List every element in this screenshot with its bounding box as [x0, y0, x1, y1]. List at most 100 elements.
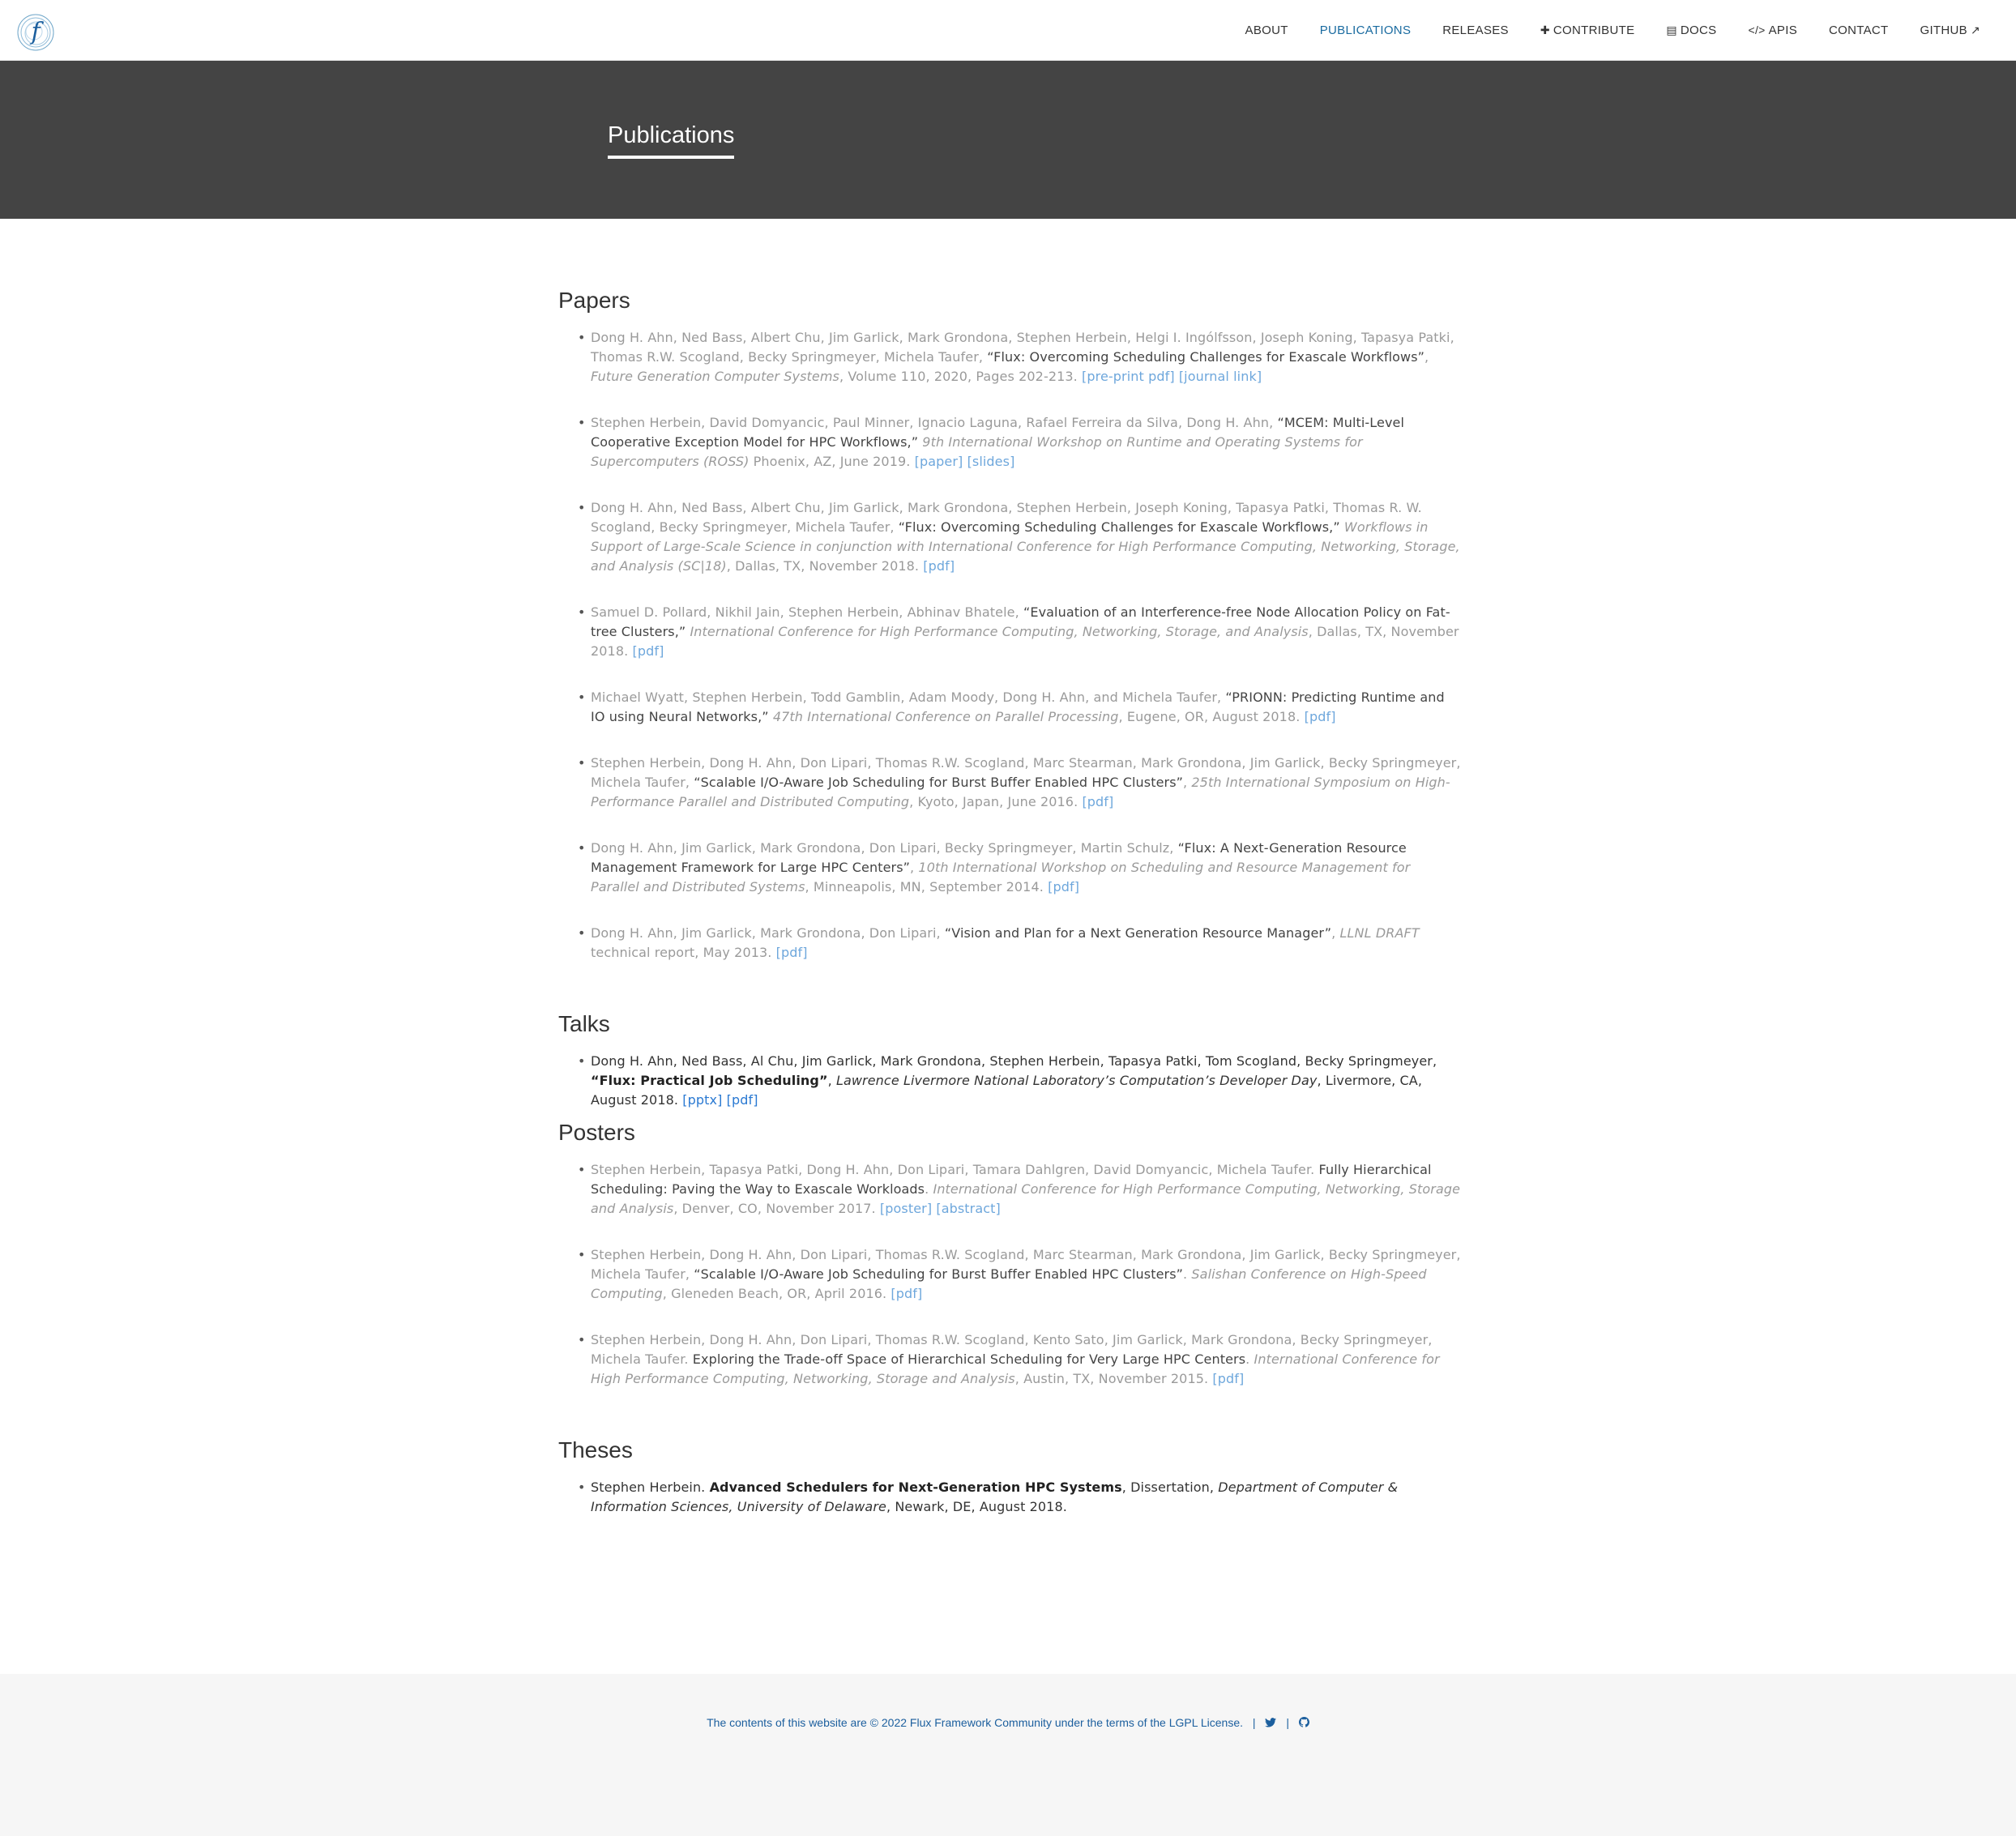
- publication-title: “Scalable I/O-Aware Job Scheduling for B…: [694, 1266, 1184, 1282]
- nav-label: DOCS: [1680, 23, 1717, 37]
- nav-releases[interactable]: RELEASES: [1442, 23, 1509, 37]
- publication-link[interactable]: [pdf]: [727, 1092, 758, 1108]
- plus-icon: ✚: [1540, 23, 1550, 36]
- nav-label: GITHUB: [1920, 23, 1967, 37]
- publication-link[interactable]: [pdf]: [776, 945, 808, 960]
- publication-link[interactable]: [pre-print pdf]: [1082, 369, 1175, 384]
- publication-venue: Future Generation Computer Systems: [591, 369, 839, 384]
- nav-github[interactable]: GITHUB ↗: [1920, 23, 1984, 37]
- publication-authors: Dong H. Ahn, Jim Garlick, Mark Grondona,…: [591, 840, 1178, 856]
- publication-details: , Denver, CO, November 2017.: [673, 1201, 880, 1216]
- section-heading: Talks: [558, 1011, 610, 1036]
- publication-authors: Michael Wyatt, Stephen Herbein, Todd Gam…: [591, 690, 1226, 705]
- nav-about[interactable]: ABOUT: [1245, 23, 1288, 37]
- nav-apis[interactable]: </> APIS: [1748, 23, 1797, 37]
- footer-community-link[interactable]: Flux Framework Community: [910, 1716, 1052, 1729]
- publication-details: , Austin, TX, November 2015.: [1014, 1371, 1213, 1386]
- top-navbar: f ABOUT PUBLICATIONS RELEASES ✚ CONTRIBUTE ▤ D…: [0, 0, 2016, 61]
- nav-contact[interactable]: CONTACT: [1829, 23, 1888, 37]
- publication-authors: Dong H. Ahn, Ned Bass, Al Chu, Jim Garli…: [591, 1053, 1437, 1069]
- publication-title: “Scalable I/O-Aware Job Scheduling for B…: [694, 775, 1184, 790]
- page-title: Publications: [608, 122, 735, 159]
- publication-details: , Volume 110, 2020, Pages 202-213.: [839, 369, 1083, 384]
- publication-details: , Newark, DE, August 2018.: [886, 1499, 1067, 1514]
- publication-separator: ,: [910, 860, 919, 875]
- nav-docs[interactable]: ▤ DOCS: [1666, 23, 1716, 37]
- footer-license-link[interactable]: LGPL License: [1169, 1716, 1240, 1729]
- publication-item: Stephen Herbein, Tapasya Patki, Dong H. …: [558, 1160, 1462, 1219]
- nav-contribute[interactable]: ✚ CONTRIBUTE: [1540, 23, 1635, 37]
- publication-separator: .: [1245, 1351, 1254, 1367]
- publication-list: Stephen Herbein. Advanced Schedulers for…: [558, 1478, 1462, 1517]
- publication-item: Dong H. Ahn, Jim Garlick, Mark Grondona,…: [558, 839, 1462, 897]
- publication-separator: ,: [1424, 349, 1429, 365]
- file-icon: ▤: [1666, 23, 1677, 36]
- nav-label: CONTACT: [1829, 23, 1889, 37]
- publication-link[interactable]: [pptx]: [682, 1092, 722, 1108]
- page-hero: Publications: [0, 61, 2016, 219]
- publication-separator: .: [925, 1181, 933, 1197]
- publication-details: , Eugene, OR, August 2018.: [1118, 709, 1305, 724]
- external-link-icon: ↗: [1970, 23, 1980, 36]
- nav-label: RELEASES: [1442, 23, 1509, 37]
- section-posters: Posters Stephen Herbein, Tapasya Patki, D…: [558, 1120, 1462, 1389]
- publication-title: Advanced Schedulers for Next-Generation …: [709, 1479, 1122, 1495]
- publication-details: Phoenix, AZ, June 2019.: [749, 454, 915, 469]
- publication-separator: , Dissertation,: [1121, 1479, 1219, 1495]
- publication-link[interactable]: [pdf]: [1082, 794, 1113, 809]
- publication-link[interactable]: [paper]: [915, 454, 963, 469]
- section-heading: Posters: [558, 1120, 635, 1145]
- flux-logo[interactable]: f: [15, 11, 57, 53]
- footer: The contents of this website are © 2022 …: [0, 1674, 2016, 1836]
- publication-item: Dong H. Ahn, Ned Bass, Albert Chu, Jim G…: [558, 328, 1462, 386]
- nav-label: PUBLICATIONS: [1319, 23, 1412, 37]
- publication-link[interactable]: [pdf]: [923, 558, 955, 574]
- github-icon[interactable]: [1298, 1717, 1309, 1727]
- section-talks: Talks Dong H. Ahn, Ned Bass, Al Chu, Jim …: [558, 1011, 1462, 1110]
- publication-separator: .: [1183, 1266, 1192, 1282]
- publication-item: Michael Wyatt, Stephen Herbein, Todd Gam…: [558, 688, 1462, 727]
- footer-separator-2: |: [1286, 1716, 1289, 1729]
- publication-link[interactable]: [pdf]: [633, 643, 664, 659]
- publication-title: Exploring the Trade-off Space of Hierarc…: [692, 1351, 1246, 1367]
- publication-title: “Flux: Practical Job Scheduling”: [591, 1073, 828, 1088]
- publication-authors: Samuel D. Pollard, Nikhil Jain, Stephen …: [591, 604, 1023, 620]
- publication-link[interactable]: [pdf]: [1305, 709, 1336, 724]
- code-icon: </>: [1748, 23, 1766, 36]
- publication-venue: 47th International Conference on Paralle…: [772, 709, 1119, 724]
- publication-link[interactable]: [poster]: [880, 1201, 932, 1216]
- footer-copyright: The contents of this website are © 2022 …: [0, 1716, 2016, 1729]
- publication-list: Dong H. Ahn, Ned Bass, Al Chu, Jim Garli…: [558, 1052, 1462, 1110]
- publication-details: , Minneapolis, MN, September 2014.: [805, 879, 1049, 895]
- twitter-icon[interactable]: [1265, 1718, 1277, 1727]
- nav-publications[interactable]: PUBLICATIONS: [1320, 23, 1412, 37]
- publication-link[interactable]: [abstract]: [936, 1201, 1001, 1216]
- publication-authors: Stephen Herbein.: [591, 1479, 710, 1495]
- footer-text-before: The contents of this website are © 2022: [707, 1716, 910, 1729]
- publication-venue: Lawrence Livermore National Laboratory’s…: [835, 1073, 1318, 1088]
- publication-item: Stephen Herbein, David Domyancic, Paul M…: [558, 413, 1462, 472]
- publication-separator: ,: [1331, 925, 1340, 941]
- publication-item: Dong H. Ahn, Ned Bass, Al Chu, Jim Garli…: [558, 1052, 1462, 1110]
- publication-separator: ,: [827, 1073, 836, 1088]
- section-theses: Theses Stephen Herbein. Advanced Schedule…: [558, 1437, 1462, 1517]
- publication-details: technical report, May 2013.: [591, 945, 776, 960]
- publication-link[interactable]: [pdf]: [1048, 879, 1079, 895]
- publication-authors: Stephen Herbein, David Domyancic, Paul M…: [591, 415, 1278, 430]
- publication-item: Stephen Herbein, Dong H. Ahn, Don Lipari…: [558, 1330, 1462, 1389]
- publication-link[interactable]: [journal link]: [1179, 369, 1262, 384]
- publication-link[interactable]: [slides]: [967, 454, 1015, 469]
- nav-label: APIS: [1768, 23, 1798, 37]
- publication-item: Dong H. Ahn, Ned Bass, Albert Chu, Jim G…: [558, 498, 1462, 576]
- publication-link[interactable]: [pdf]: [1212, 1371, 1244, 1386]
- publication-title: “Flux: Overcoming Scheduling Challenges …: [987, 349, 1425, 365]
- publication-item: Samuel D. Pollard, Nikhil Jain, Stephen …: [558, 603, 1462, 661]
- publications-content: Papers Dong H. Ahn, Ned Bass, Albert Chu,…: [558, 288, 1462, 1517]
- publication-list: Dong H. Ahn, Ned Bass, Albert Chu, Jim G…: [558, 328, 1462, 963]
- publication-link[interactable]: [pdf]: [891, 1286, 922, 1301]
- publication-item: Dong H. Ahn, Jim Garlick, Mark Grondona,…: [558, 924, 1462, 963]
- section-heading: Papers: [558, 288, 630, 313]
- main-menu: ABOUT PUBLICATIONS RELEASES ✚ CONTRIBUTE ▤ DOC…: [1214, 0, 1984, 60]
- nav-label: ABOUT: [1245, 23, 1288, 37]
- publication-details: , Dallas, TX, November 2018.: [726, 558, 924, 574]
